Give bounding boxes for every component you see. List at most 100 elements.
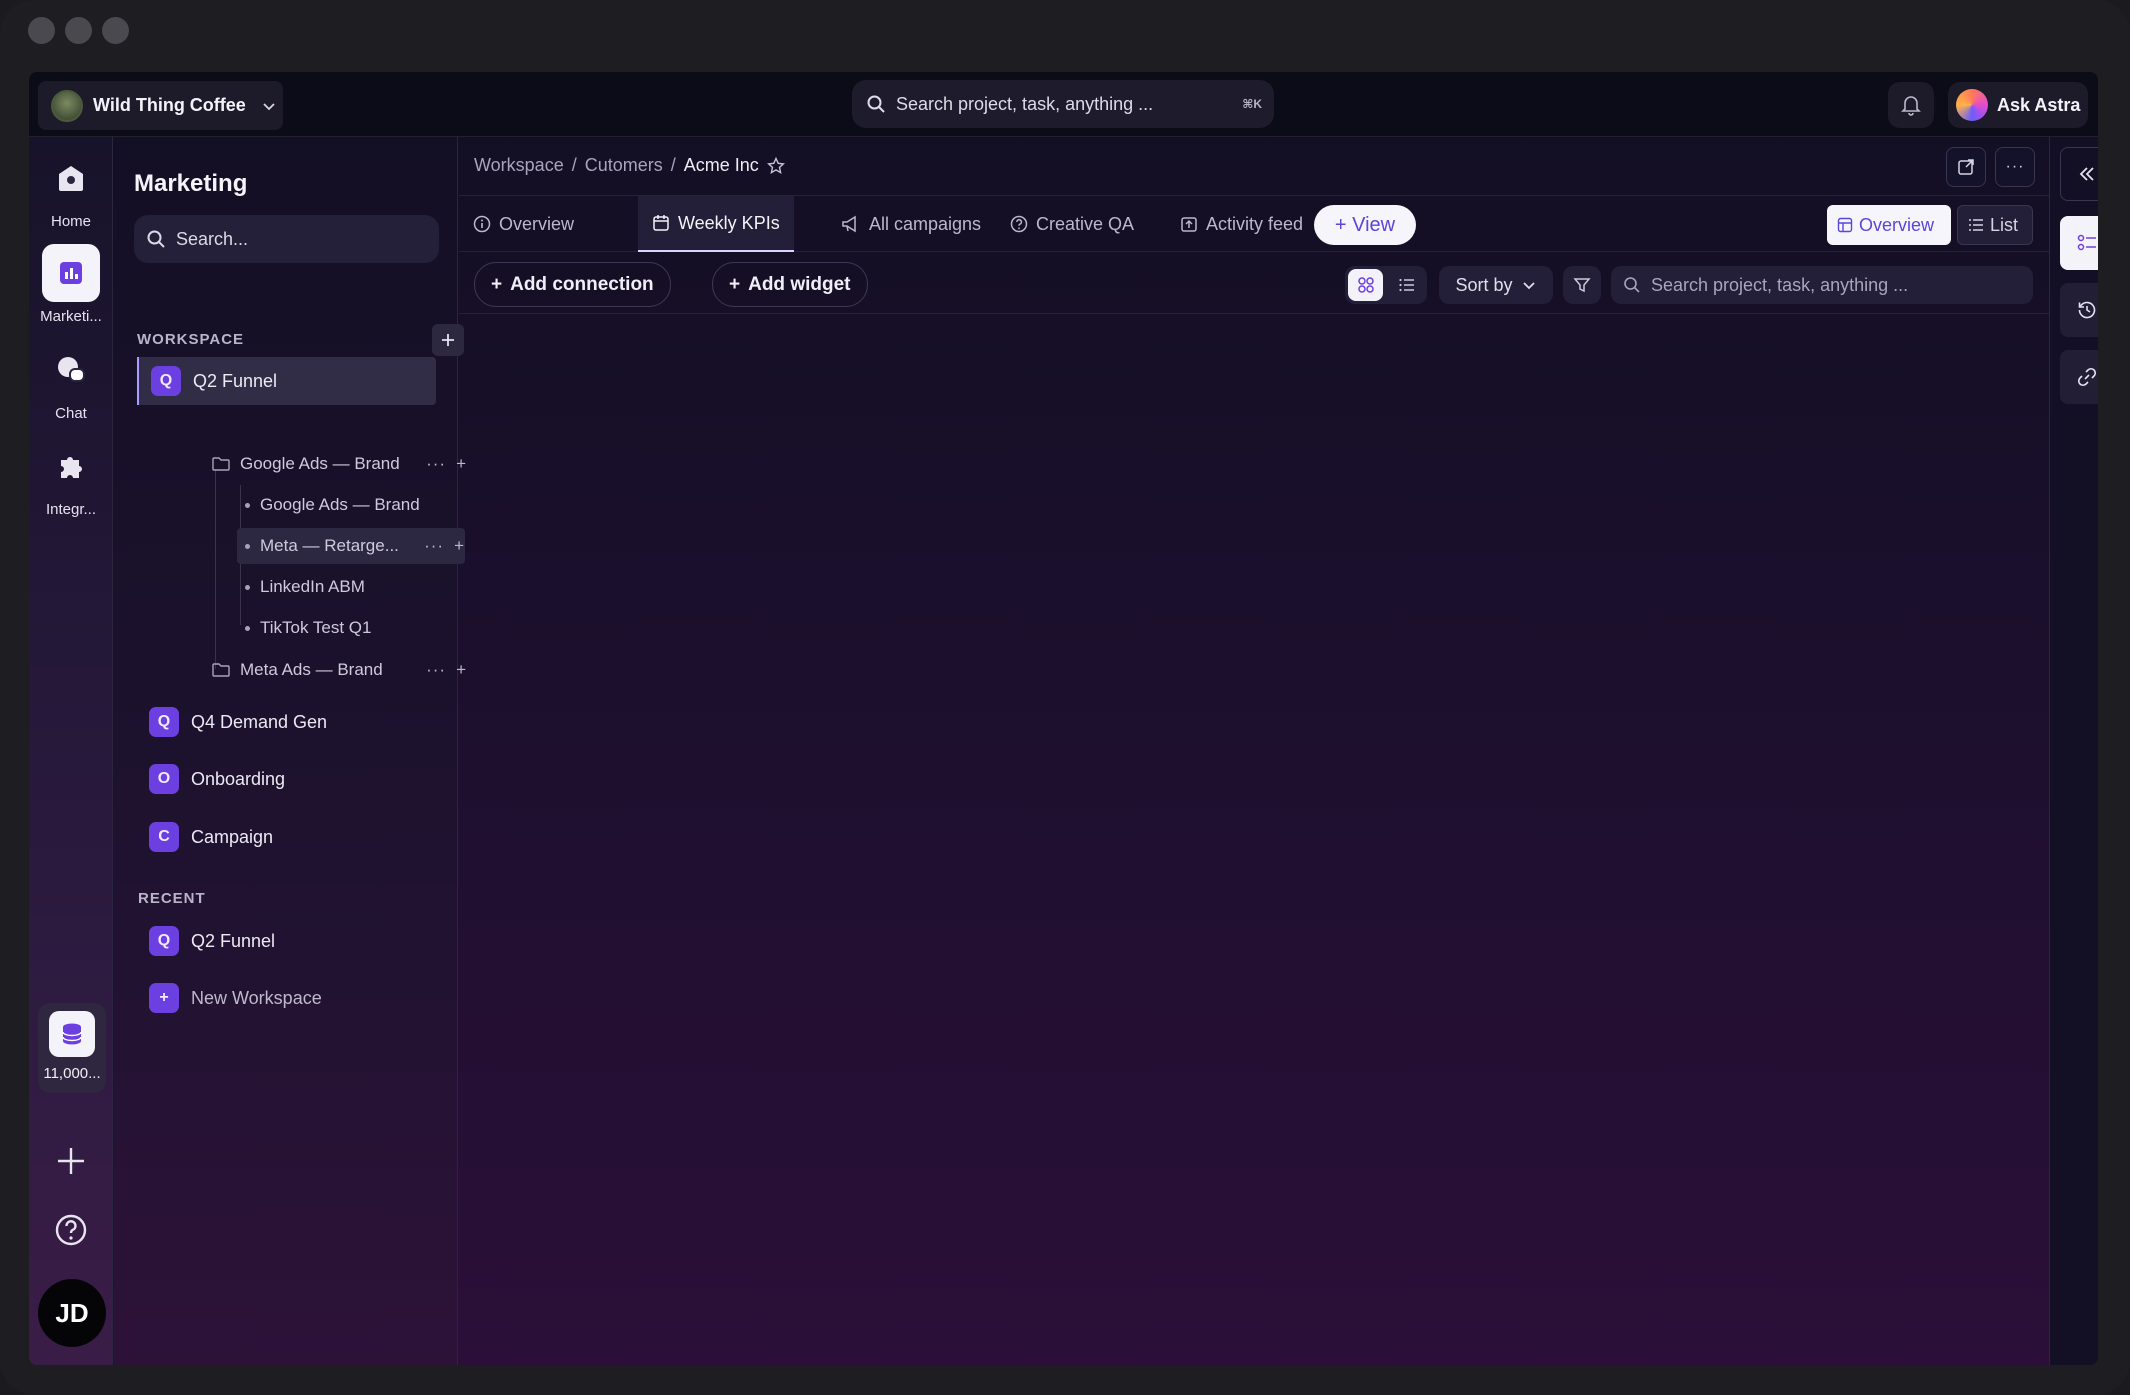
workspace-badge: Q [149,707,179,737]
workspace-label: Q2 Funnel [193,370,278,391]
workspace-item-campaign[interactable]: C Campaign [137,813,436,861]
list-item[interactable]: Meta — Retarge... ··· + [237,528,465,564]
plus-icon [442,334,454,346]
list-view-toggle[interactable]: List [1957,205,2033,245]
list-view-button[interactable] [1389,269,1424,301]
list-item-label: Meta — Retarge... [260,536,399,555]
checklist-panel-button[interactable] [2060,216,2098,270]
folder-google-ads-brand[interactable]: Google Ads — Brand ··· + [212,446,467,482]
grid-icon [1357,277,1374,293]
list-item[interactable]: Google Ads — Brand [237,487,465,523]
history-panel-button[interactable] [2060,283,2098,337]
breadcrumb-item[interactable]: Workspace [474,155,564,176]
workspace-item-q4-demand-gen[interactable]: Q Q4 Demand Gen [137,698,436,746]
bullet-icon [245,502,250,508]
rail-label: Marketi... [40,308,102,325]
link-icon [2077,367,2097,387]
folder-icon [212,663,230,677]
tab-all-campaigns[interactable]: All campaigns [827,196,995,252]
more-icon[interactable]: ··· [426,660,446,680]
rail-item-chat[interactable]: Chat [29,341,113,422]
sidebar-search-input[interactable]: Search... [134,215,439,263]
app-window: Wild Thing Coffee Search project, task, … [29,72,2098,1365]
sidebar: Marketing Search... WORKSPACE Q Q2 Funne… [114,137,464,1365]
overview-view-toggle[interactable]: Overview [1827,205,1951,245]
more-icon[interactable]: ··· [424,536,444,556]
astra-logo-icon [1956,89,1988,121]
tree-guide-line [215,469,216,669]
chevron-down-icon [1522,282,1535,290]
zoom-window-dot[interactable] [102,17,129,44]
links-panel-button[interactable] [2060,350,2098,404]
new-workspace-button[interactable]: + New Workspace [137,974,436,1022]
rail-item-home[interactable]: Home [29,149,113,230]
top-bar: Wild Thing Coffee Search project, task, … [29,72,2098,137]
window-frame: Wild Thing Coffee Search project, task, … [0,0,2130,1395]
star-icon[interactable] [766,156,785,175]
breadcrumb-separator: / [670,155,676,175]
tab-label: Weekly KPIs [678,212,780,233]
workspace-item-q2-funnel[interactable]: Q Q2 Funnel [137,357,436,405]
grid-view-button[interactable] [1348,269,1383,301]
breadcrumb-current: Acme Inc [683,155,759,175]
collapse-panel-button[interactable] [2060,147,2098,201]
recent-section-label: RECENT [138,890,206,907]
add-widget-button[interactable]: + Add widget [712,262,868,307]
ask-astra-button[interactable]: Ask Astra [1948,82,2088,128]
tab-label: All campaigns [869,213,982,234]
bullet-icon [245,543,250,549]
add-button[interactable] [50,1140,92,1182]
workspace-label: Onboarding [191,768,286,789]
breadcrumb: Workspace / Cutomers / Acme Inc [474,155,785,176]
list-item[interactable]: TikTok Test Q1 [237,610,465,646]
external-link-icon [1958,159,1974,175]
bullet-icon [245,625,250,631]
workspace-section-label: WORKSPACE [137,331,245,348]
rail-item-marketing[interactable]: Marketi... [29,244,113,325]
folder-meta-ads-brand[interactable]: Meta Ads — Brand ··· + [212,652,467,688]
content-search-input[interactable]: Search project, task, anything ... [1611,266,2033,304]
filter-icon [1573,278,1591,293]
notifications-button[interactable] [1888,82,1934,128]
more-icon[interactable]: ··· [426,454,446,474]
question-icon [1010,215,1028,233]
tab-overview[interactable]: Overview [459,196,588,252]
open-external-button[interactable] [1946,147,1986,187]
search-icon [147,230,165,248]
org-switcher[interactable]: Wild Thing Coffee [38,81,283,130]
bell-icon [1901,96,1921,116]
list-item-label: TikTok Test Q1 [260,618,372,637]
recent-item-q2-funnel[interactable]: Q Q2 Funnel [137,917,436,965]
breadcrumb-item[interactable]: Cutomers [585,155,663,176]
add-view-button[interactable]: + View [1314,205,1416,245]
help-button[interactable] [50,1209,92,1251]
folder-icon [212,457,230,471]
add-connection-label: Add connection [510,273,654,295]
workspace-badge: Q [151,366,181,396]
minimize-window-dot[interactable] [65,17,92,44]
sort-by-dropdown[interactable]: Sort by [1439,266,1553,304]
shortcut-hint: ⌘K [1242,97,1262,111]
user-avatar[interactable]: JD [38,1279,106,1347]
add-connection-button[interactable]: + Add connection [474,262,671,307]
breadcrumb-separator: / [571,155,577,175]
plus-icon: + [491,273,503,295]
close-window-dot[interactable] [28,17,55,44]
rail-label: Chat [55,405,87,422]
rail-item-integrations[interactable]: Integr... [29,437,113,518]
more-options-button[interactable]: ··· [1995,147,2035,187]
chevron-down-icon [263,102,275,110]
filter-button[interactable] [1563,266,1601,304]
list-icon [1398,278,1414,292]
tab-weekly-kpis[interactable]: Weekly KPIs [638,196,794,252]
credits-widget[interactable]: 11,000... [38,1003,106,1093]
tab-creative-qa[interactable]: Creative QA [996,196,1148,252]
puzzle-icon [42,437,100,495]
org-name: Wild Thing Coffee [93,95,246,115]
window-controls [28,17,129,44]
workspace-item-onboarding[interactable]: O Onboarding [137,755,436,803]
tab-activity-feed[interactable]: Activity feed [1166,196,1317,252]
global-search[interactable]: Search project, task, anything ... ⌘K [852,80,1274,128]
sort-by-label: Sort by [1455,274,1513,295]
list-item[interactable]: LinkedIn ABM [237,569,465,605]
